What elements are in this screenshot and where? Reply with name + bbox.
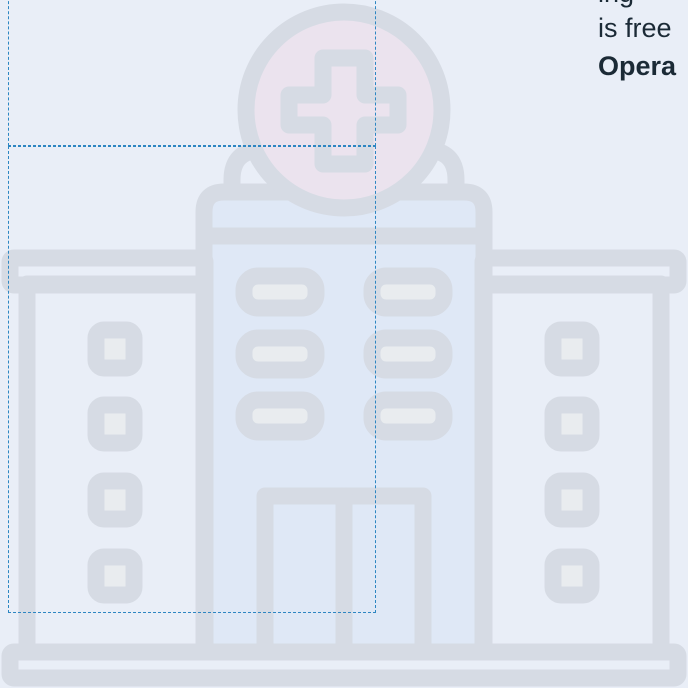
center-window xyxy=(235,391,325,441)
copy-line-2: is free xyxy=(598,13,672,43)
left-wing-window xyxy=(87,396,143,452)
center-window xyxy=(235,329,325,379)
building-base xyxy=(1,643,687,687)
right-roof-ledge xyxy=(474,249,687,294)
center-window xyxy=(363,329,453,379)
center-window xyxy=(363,267,453,317)
center-window xyxy=(235,267,325,317)
right-wing-window xyxy=(544,396,600,452)
right-wing-window xyxy=(544,548,600,604)
left-wing-window xyxy=(87,548,143,604)
hospital-building-icon xyxy=(1,3,687,687)
right-wing-window xyxy=(544,321,600,377)
copy-line-3: Opera xyxy=(598,51,677,81)
right-wing-window xyxy=(544,472,600,528)
left-roof-ledge xyxy=(1,249,214,294)
left-wing-window xyxy=(87,472,143,528)
center-window xyxy=(363,391,453,441)
left-wing-window xyxy=(87,321,143,377)
copy-line-1: ing xyxy=(598,0,634,7)
